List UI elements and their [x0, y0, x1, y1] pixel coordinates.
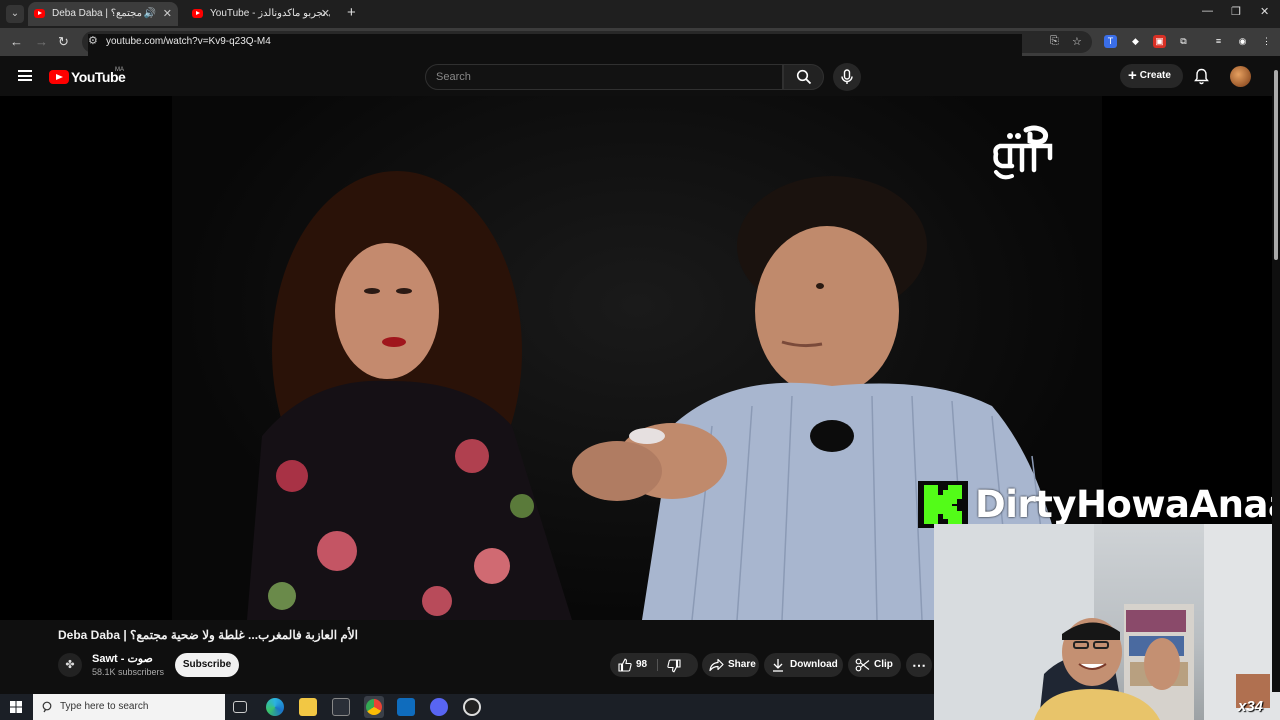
reload-icon[interactable]: ↻: [58, 34, 69, 50]
share-button[interactable]: Share: [702, 653, 759, 677]
more-horizontal-icon: ⋯: [912, 657, 926, 673]
cast-icon[interactable]: ⎘: [1050, 35, 1059, 48]
youtube-logo-icon[interactable]: [49, 70, 69, 84]
scissors-icon: [855, 658, 870, 672]
windows-taskbar: Type here to search: [0, 694, 934, 720]
clip-button[interactable]: Clip: [848, 653, 901, 677]
translate-icon[interactable]: T: [1104, 35, 1117, 48]
taskbar-search[interactable]: Type here to search: [33, 694, 225, 720]
microphone-icon: [841, 69, 853, 84]
subscribe-button[interactable]: Subscribe: [175, 653, 239, 677]
app-icon-1[interactable]: [430, 698, 448, 716]
more-actions-button[interactable]: ⋯: [906, 653, 932, 677]
kick-logo-icon: [918, 481, 968, 528]
like-dislike-group: 98: [610, 653, 698, 677]
address-bar-row: ← → ↻ ⚙ youtube.com/watch?v=Kv9-q23Q-M4 …: [0, 28, 1280, 108]
channel-avatar[interactable]: ✤: [58, 653, 82, 677]
close-tab-icon[interactable]: ✕: [163, 2, 172, 26]
thumbs-down-icon: [667, 659, 681, 673]
omnibox[interactable]: ⚙ youtube.com/watch?v=Kv9-q23Q-M4 ⎘ ☆: [82, 31, 1092, 108]
tab-title: YouTube - اجي نجربو ماكدونالدز: [210, 8, 330, 19]
windows-start-icon[interactable]: [10, 701, 22, 713]
youtube-favicon-icon: [34, 9, 45, 18]
file-explorer-icon[interactable]: [299, 698, 317, 716]
video-title: Deba Daba | الأم العازبة فالمغرب... غلطة…: [58, 628, 358, 642]
puzzle-icon[interactable]: ⧉: [1177, 35, 1190, 48]
emote-multiplier: x34: [1238, 698, 1264, 715]
media-icon[interactable]: ≡: [1212, 35, 1225, 48]
back-icon[interactable]: ←: [10, 34, 23, 49]
download-label: Download: [790, 659, 838, 670]
url-text[interactable]: youtube.com/watch?v=Kv9-q23Q-M4: [106, 36, 271, 47]
streamer-webcam: [934, 524, 1280, 720]
search-icon: [42, 701, 52, 713]
plus-icon: +: [1128, 67, 1137, 84]
like-button[interactable]: 98: [610, 653, 657, 677]
hamburger-menu-icon[interactable]: [18, 70, 32, 81]
like-count: 98: [636, 659, 648, 670]
voice-search-button[interactable]: [833, 63, 861, 91]
search-icon: [796, 69, 812, 85]
browser-tab-bar: ⌄ Deba Daba | ضحية مجتمع؟ 🔊 ✕ YouTube - …: [0, 0, 1280, 28]
chrome-taskbar-button[interactable]: [364, 696, 384, 718]
more-icon[interactable]: ⋮: [1260, 35, 1273, 48]
tab-youtube-mcdonalds[interactable]: YouTube - اجي نجربو ماكدونالدز ✕: [186, 2, 336, 26]
account-avatar[interactable]: [1230, 66, 1251, 87]
kick-username: DirtyHowaAnaa: [975, 483, 1280, 526]
store-icon[interactable]: [332, 698, 350, 716]
youtube-favicon-icon: [192, 9, 203, 18]
video-info-section: Deba Daba | الأم العازبة فالمغرب... غلطة…: [0, 620, 934, 694]
extension-red-icon[interactable]: ▣: [1153, 35, 1166, 48]
clip-label: Clip: [874, 659, 893, 670]
dislike-button[interactable]: [658, 653, 698, 677]
youtube-header: YouTube MA +Create: [0, 56, 1280, 96]
scrollbar-thumb[interactable]: [1274, 70, 1278, 260]
country-code: MA: [115, 67, 124, 73]
edge-icon[interactable]: [266, 698, 284, 716]
forward-icon[interactable]: →: [35, 34, 48, 49]
new-tab-icon[interactable]: +: [347, 4, 356, 21]
restore-icon[interactable]: ❐: [1231, 5, 1241, 18]
tab-title: Deba Daba | ضحية مجتمع؟: [52, 8, 152, 19]
outlook-icon[interactable]: [397, 698, 415, 716]
thumbs-up-icon: [618, 658, 632, 672]
close-window-icon[interactable]: ✕: [1260, 5, 1269, 18]
taskbar-search-placeholder: Type here to search: [60, 701, 149, 712]
app-icon-2[interactable]: [463, 698, 481, 716]
kick-username-banner: DirtyHowaAnaa: [918, 481, 1280, 528]
sawt-watermark-logo: [993, 125, 1053, 180]
download-icon: [773, 659, 783, 672]
create-label: Create: [1139, 70, 1171, 81]
speaker-icon[interactable]: 🔊: [144, 2, 156, 26]
share-label: Share: [728, 659, 756, 670]
download-button[interactable]: Download: [764, 653, 843, 677]
share-icon: [709, 658, 724, 672]
search-button[interactable]: [783, 64, 824, 90]
tab-search-icon[interactable]: ⌄: [6, 5, 24, 23]
page-scrollbar[interactable]: [1272, 56, 1280, 692]
search-box[interactable]: [425, 64, 783, 90]
webcam-scene-illustration: [934, 524, 1280, 720]
tab-deba-daba[interactable]: Deba Daba | ضحية مجتمع؟ 🔊 ✕: [28, 2, 178, 26]
search-input[interactable]: [426, 65, 782, 89]
subscriber-count: 58.1K subscribers: [92, 667, 165, 677]
profile-icon[interactable]: ◉: [1236, 35, 1249, 48]
extension-diamond-icon[interactable]: ◆: [1129, 35, 1142, 48]
task-view-icon[interactable]: [233, 701, 247, 713]
bookmark-star-icon[interactable]: ☆: [1072, 35, 1082, 48]
minimize-icon[interactable]: —: [1202, 5, 1213, 17]
chrome-icon: [366, 699, 382, 715]
close-tab-icon[interactable]: ✕: [321, 2, 330, 26]
create-button[interactable]: + Create: [1120, 64, 1183, 88]
channel-name[interactable]: Sawt - صوت: [92, 652, 153, 665]
notifications-bell-icon[interactable]: [1194, 68, 1209, 85]
